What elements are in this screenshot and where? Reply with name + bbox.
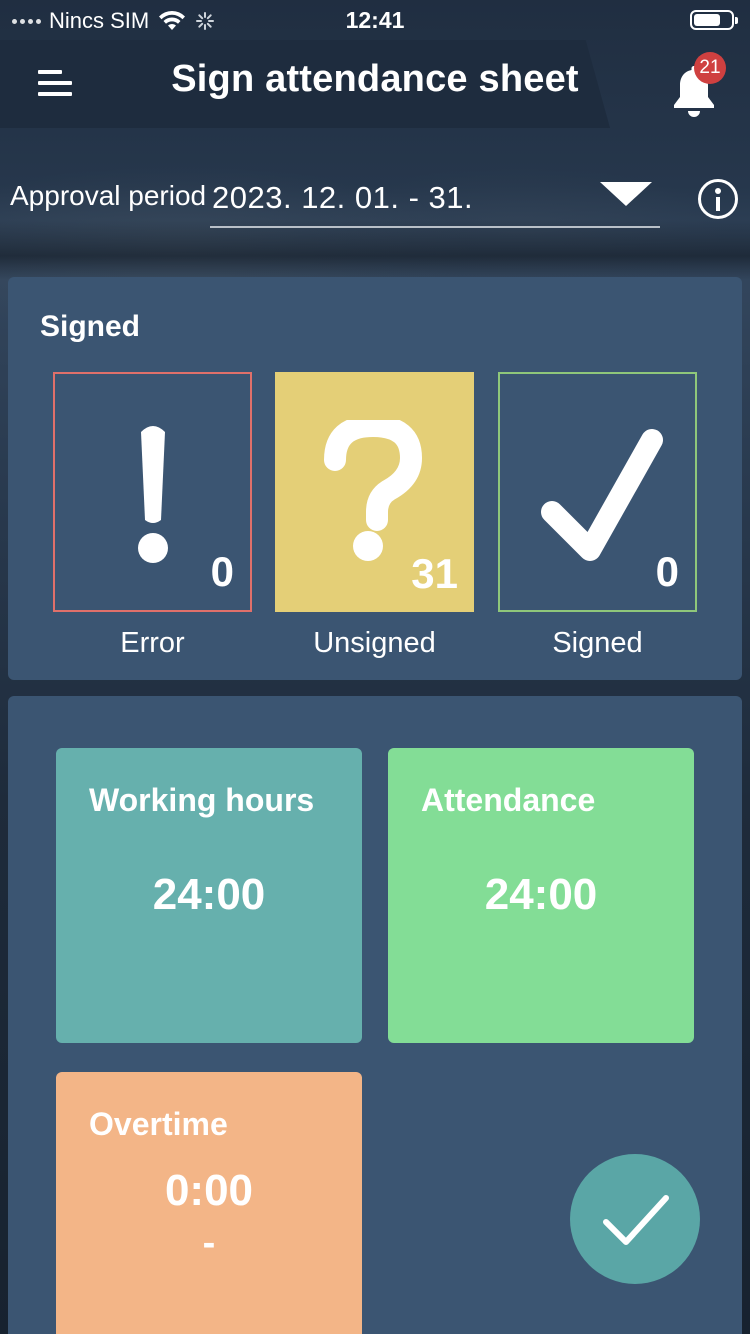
attendance-tile[interactable]: Attendance 24:00 <box>388 748 694 1043</box>
app-header: Sign attendance sheet 21 <box>0 40 750 128</box>
sign-button[interactable] <box>570 1154 700 1284</box>
exclamation-icon <box>138 426 168 563</box>
unsigned-label: Unsigned <box>313 627 436 659</box>
section-title: Signed <box>40 310 141 343</box>
unsigned-count: 31 <box>411 550 458 597</box>
period-label: Approval period <box>10 180 207 211</box>
overtime-value: 0:00 <box>164 1166 254 1215</box>
clock: 12:41 <box>345 7 405 33</box>
signed-label: Signed <box>552 627 643 659</box>
period-select[interactable]: 2023. 12. 01. - 31. <box>210 170 660 228</box>
overtime-label: Overtime <box>89 1106 228 1142</box>
error-count: 0 <box>210 548 234 595</box>
checkmark-icon <box>603 1195 669 1245</box>
attendance-label: Attendance <box>421 782 596 818</box>
overtime-tile[interactable]: Overtime 0:00 - <box>56 1072 362 1334</box>
question-icon <box>324 420 422 561</box>
attendance-value: 24:00 <box>484 870 598 919</box>
checkmark-icon <box>541 429 663 561</box>
unsigned-tile[interactable]: 31 <box>275 372 474 612</box>
status-bar: Nincs SIM 12:41 <box>0 0 750 40</box>
error-tile[interactable]: 0 <box>53 372 252 612</box>
battery-icon <box>690 10 738 30</box>
info-icon[interactable] <box>698 179 738 219</box>
period-value: 2023. 12. 01. - 31. <box>212 180 474 215</box>
page-title: Sign attendance sheet <box>171 58 579 100</box>
working-hours-tile[interactable]: Working hours 24:00 <box>56 748 362 1043</box>
signed-tile[interactable]: 0 <box>498 372 697 612</box>
signed-status-card: Signed 0 Error 31 Unsigned 0 Signed <box>8 277 742 680</box>
chevron-down-icon <box>600 182 652 206</box>
notifications-button[interactable]: 21 <box>664 52 728 117</box>
notification-badge: 21 <box>694 52 726 84</box>
overtime-sub: - <box>202 1222 216 1264</box>
working-hours-label: Working hours <box>89 782 315 818</box>
signed-count: 0 <box>655 548 679 595</box>
working-hours-value: 24:00 <box>152 870 266 919</box>
error-label: Error <box>120 627 185 659</box>
summary-card: Working hours 24:00 Attendance 24:00 Ove… <box>8 696 742 1334</box>
